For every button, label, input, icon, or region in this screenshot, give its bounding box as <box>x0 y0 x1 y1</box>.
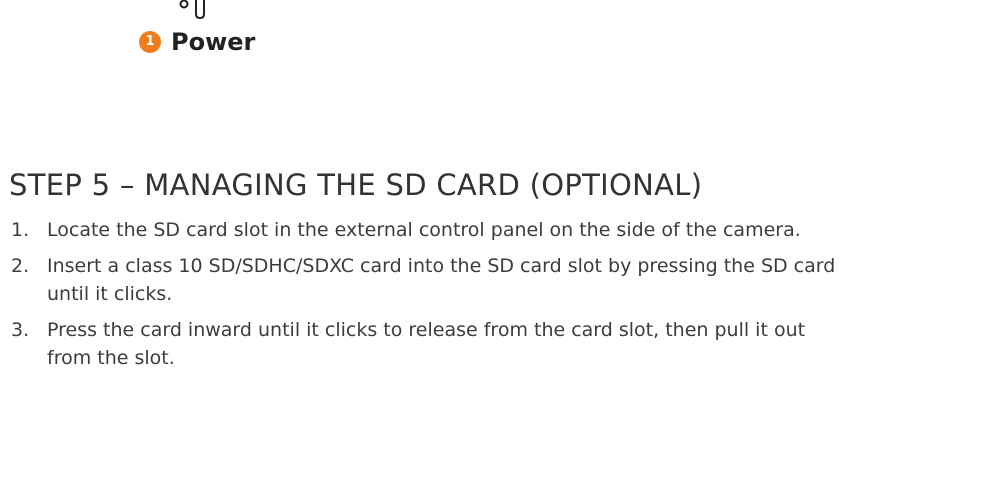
callout-number-badge: 1 <box>139 31 161 53</box>
steps-list: 1. Locate the SD card slot in the extern… <box>11 216 841 380</box>
step-number: 3. <box>11 319 30 341</box>
step-text: Press the card inward until it clicks to… <box>47 319 806 369</box>
callout-label: Power <box>171 28 256 56</box>
list-item: 2. Insert a class 10 SD/SDHC/SDXC card i… <box>11 252 841 308</box>
list-item: 3. Press the card inward until it clicks… <box>11 316 841 372</box>
step-text: Locate the SD card slot in the external … <box>47 219 801 241</box>
list-item: 1. Locate the SD card slot in the extern… <box>11 216 841 244</box>
power-callout: 1 Power <box>139 28 255 56</box>
step-number: 1. <box>11 219 30 241</box>
power-cable-icon <box>179 0 205 20</box>
step-text: Insert a class 10 SD/SDHC/SDXC card into… <box>47 255 836 305</box>
step-number: 2. <box>11 255 30 277</box>
step-heading: STEP 5 – MANAGING THE SD CARD (OPTIONAL) <box>9 168 703 202</box>
